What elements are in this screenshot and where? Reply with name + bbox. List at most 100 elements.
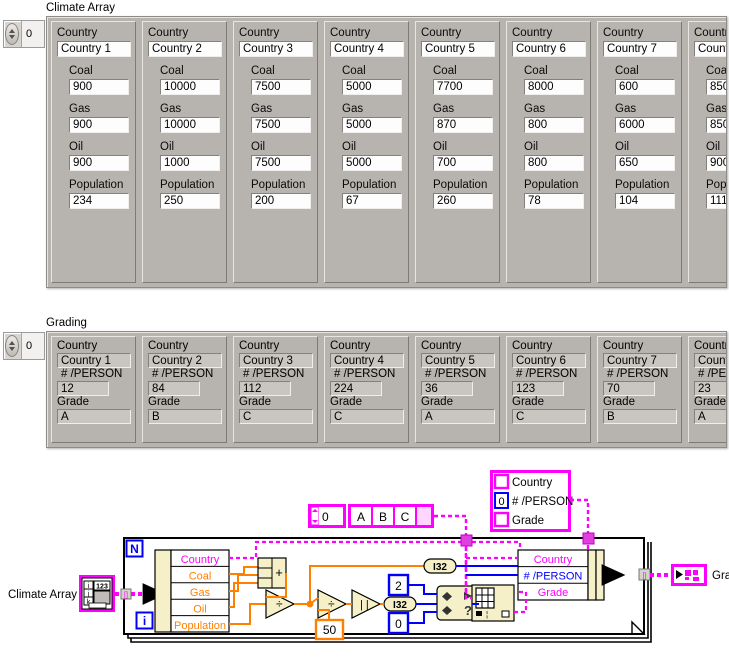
unbundle-field-population: Population [174,620,226,632]
grade-array-constant[interactable]: 0 A B C [308,504,434,528]
grading-array-element[interactable]: Country Country 1 # /PERSON 12 Grade A [51,336,136,443]
loop-count-terminal[interactable]: N [125,539,144,558]
constant-0[interactable]: 0 [387,611,410,635]
svg-text:[]: [] [643,573,647,580]
oil-input[interactable]: 1000 [160,155,220,171]
country-input[interactable]: Country 1 [57,41,131,57]
oil-input[interactable]: 900 [69,155,129,171]
coal-input[interactable]: 600 [615,79,675,95]
gas-label: Gas [433,103,455,115]
population-input[interactable]: 250 [160,193,220,209]
grading-array-element[interactable]: Country Country 3 # /PERSON 112 Grade C [233,336,318,443]
grading-array-container[interactable]: Country Country 1 # /PERSON 12 Grade A Country… [46,331,727,448]
coal-input[interactable]: 7500 [251,79,311,95]
compound-add-node[interactable]: + [257,557,287,589]
grading-array-index-value[interactable]: 0 [21,333,44,359]
unbundle-by-name-node[interactable]: Country Coal Gas Oil Population [154,549,230,633]
population-input[interactable]: 78 [524,193,584,209]
population-label: Population [160,179,215,191]
population-label: Population [69,179,124,191]
per-person-value: 224 [330,381,382,396]
coal-input[interactable]: 5000 [342,79,402,95]
oil-input[interactable]: 5000 [342,155,402,171]
climate-array-element[interactable]: Country Country 1 Coal 900 Gas 900 Oil 900 Popul… [51,21,136,283]
constant-2[interactable]: 2 [387,573,410,597]
population-input[interactable]: 111 [706,193,726,209]
divide-node-2[interactable]: ÷ [317,589,348,619]
grading-array-index-spinner[interactable] [5,335,19,357]
climate-array-container[interactable]: Country Country 1 Coal 900 Gas 900 Oil 900 Popul… [46,16,727,288]
gas-input[interactable]: 870 [433,117,493,133]
population-input[interactable]: 200 [251,193,311,209]
country-input[interactable]: Country 6 [512,41,586,57]
gas-label: Gas [615,103,637,115]
oil-input[interactable]: 650 [615,155,675,171]
gas-input[interactable]: 900 [69,117,129,133]
climate-array-terminal[interactable]: i j k 123 [79,575,115,612]
absolute-value-node[interactable]: | | [351,589,382,619]
grading-array-element[interactable]: Country Country 6 # /PERSON 123 Grade C [506,336,591,443]
loop-index-terminal[interactable]: i [135,611,154,630]
country-input[interactable]: Country 5 [421,41,495,57]
per-person-label: # /PERSON [334,368,396,380]
gas-input[interactable]: 10000 [160,117,220,133]
oil-label: Oil [251,141,266,153]
svg-text:2: 2 [395,579,402,593]
oil-input[interactable]: 700 [433,155,493,171]
population-input[interactable]: 67 [342,193,402,209]
population-input[interactable]: 260 [433,193,493,209]
climate-array-index-value[interactable]: 0 [21,21,44,47]
coal-input[interactable]: 10000 [160,79,220,95]
oil-input[interactable]: 800 [524,155,584,171]
climate-array-index-control[interactable]: 0 [3,20,45,48]
bundle-by-name-node[interactable]: Country # /PERSON Grade [517,549,605,601]
gas-label: Gas [706,103,727,115]
svg-text:[]: [] [124,592,128,599]
gas-input[interactable]: 5000 [342,117,402,133]
svg-text:j: j [87,591,90,598]
country-input[interactable]: Country 7 [603,41,677,57]
coal-input[interactable]: 7700 [433,79,493,95]
gas-input[interactable]: 7500 [251,117,311,133]
oil-label: Oil [615,141,630,153]
grading-terminal[interactable] [671,564,707,586]
climate-array-element[interactable]: Country Country 2 Coal 10000 Gas 10000 Oil 1000… [142,21,227,283]
climate-array-label: Climate Array [46,2,116,14]
grading-array-element[interactable]: Country Country 2 # /PERSON 84 Grade B [142,336,227,443]
gas-input[interactable]: 6000 [615,117,675,133]
country-input[interactable]: Country 2 [148,41,222,57]
population-input[interactable]: 234 [69,193,129,209]
climate-array-element[interactable]: Country Country 6 Coal 8000 Gas 800 Oil 800 Popu… [506,21,591,283]
coal-input[interactable]: 850 [706,79,726,95]
country-input[interactable]: Country 8 [694,41,726,57]
cluster-constant[interactable]: 0 Country # /PERSON Grade [490,470,574,532]
coal-input[interactable]: 8000 [524,79,584,95]
grading-array-element[interactable]: Country Country 7 # /PERSON 70 Grade B [597,336,682,443]
oil-input[interactable]: 900 [706,155,726,171]
divide-node-1[interactable]: ÷ [265,589,296,619]
block-diagram[interactable]: N i i j k 123 Climate Array [] Country C… [0,462,729,671]
grading-array-element[interactable]: Country Country 4 # /PERSON 224 Grade C [324,336,409,443]
grading-array-element[interactable]: Country Country 5 # /PERSON 36 Grade A [415,336,500,443]
climate-array-element[interactable]: Country Country 8 Coal 850 Gas 850 Oil 900 Popul… [688,21,727,283]
grading-array-element[interactable]: CountryCountry 8# /PERSON23GradeA [688,336,726,443]
climate-array-index-spinner[interactable] [5,23,19,45]
gas-input[interactable]: 800 [524,117,584,133]
oil-label: Oil [69,141,84,153]
grade-value: A [694,409,726,424]
climate-array-element[interactable]: Country Country 3 Coal 7500 Gas 7500 Oil 7500 Po… [233,21,318,283]
per-person-value: 112 [239,381,291,396]
oil-input[interactable]: 7500 [251,155,311,171]
loop-count-label: N [130,542,139,556]
gas-input[interactable]: 850 [706,117,726,133]
climate-array-element[interactable]: Country Country 5 Coal 7700 Gas 870 Oil 700 Popu… [415,21,500,283]
coal-input[interactable]: 900 [69,79,129,95]
constant-50[interactable]: 50 [314,618,345,641]
population-input[interactable]: 104 [615,193,675,209]
climate-array-element[interactable]: Country Country 4 Coal 5000 Gas 5000 Oil 5000 Po… [324,21,409,283]
country-input[interactable]: Country 3 [239,41,313,57]
country-input[interactable]: Country 4 [330,41,404,57]
grading-array-index-control[interactable]: 0 [3,332,45,360]
climate-array-element[interactable]: Country Country 7 Coal 600 Gas 6000 Oil 650 Popu… [597,21,682,283]
wire-bundle-to-grading: [] [601,564,674,586]
